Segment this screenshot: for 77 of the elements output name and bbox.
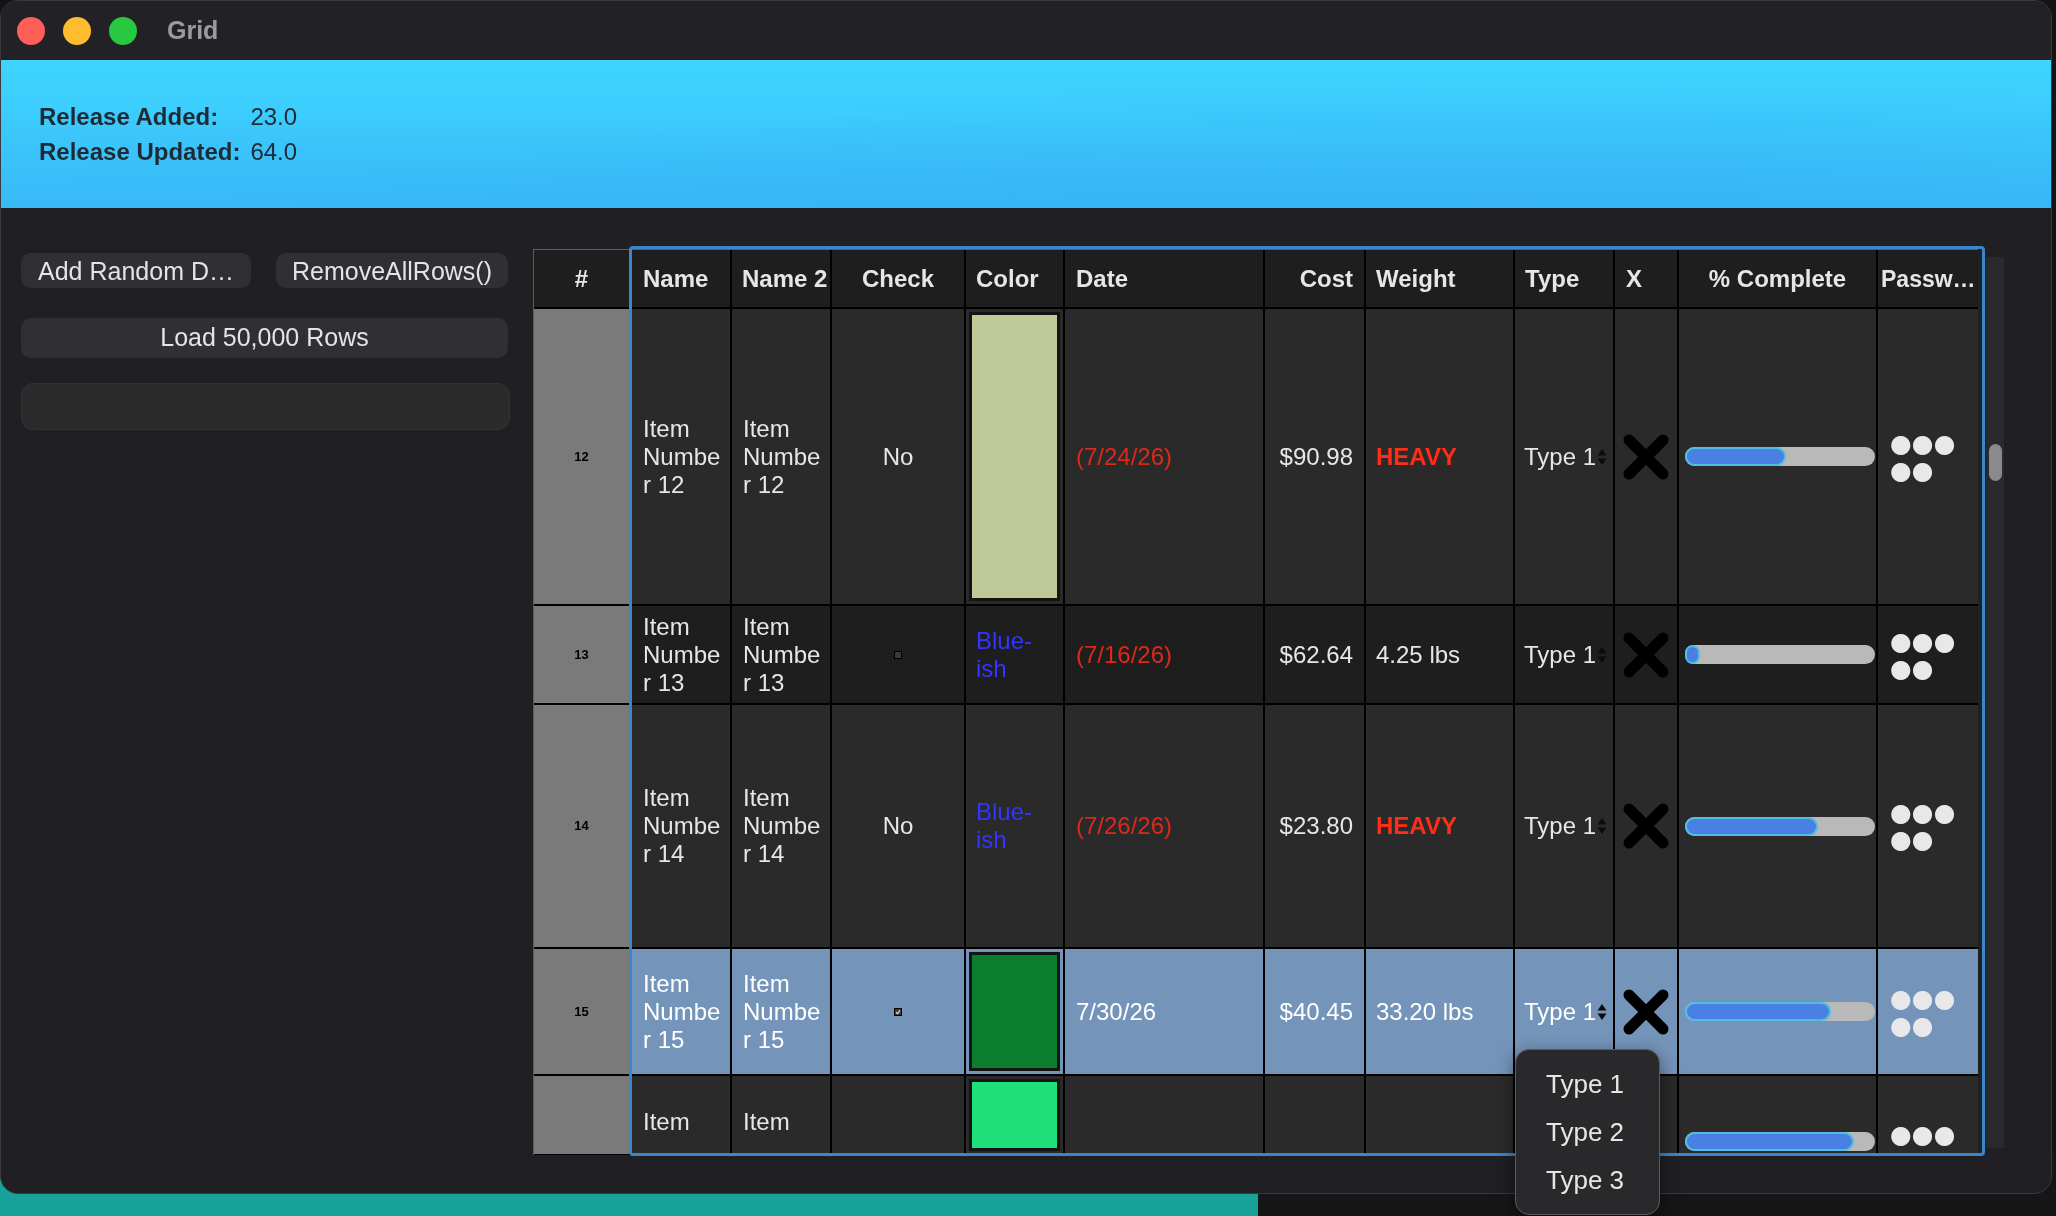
table-cell: (7/24/26) bbox=[1065, 309, 1265, 604]
close-button[interactable] bbox=[17, 16, 45, 45]
add-random-data-button[interactable]: Add Random D… bbox=[21, 253, 251, 288]
table-row[interactable]: 15 Item Number 15 Item Number 15 7/30/26 $40.45 33.20 lbs Type 1 ●●●●● bbox=[534, 949, 1978, 1076]
column-header[interactable]: Date bbox=[1065, 250, 1265, 307]
table-cell: $62.64 bbox=[1265, 606, 1366, 703]
table-row[interactable]: 14 Item Number 14 Item Number 14 No Blue-ish (7/26/26) $23.80 HEAVY Type 1 ●●●●● bbox=[534, 705, 1978, 949]
updown-chevron-icon bbox=[1597, 817, 1608, 835]
table-cell: Item Number 15 bbox=[631, 949, 732, 1074]
table-cell: Item Number 12 bbox=[631, 309, 732, 604]
column-header[interactable]: % Complete bbox=[1679, 250, 1878, 307]
row-header: 12 bbox=[534, 309, 631, 604]
row-header: 14 bbox=[534, 705, 631, 947]
table-cell: 33.20 lbs bbox=[1366, 949, 1515, 1074]
checkbox[interactable] bbox=[894, 1007, 902, 1016]
table-cell: No bbox=[832, 705, 966, 947]
table-cell: HEAVY bbox=[1366, 309, 1515, 604]
x-mark-icon bbox=[1623, 631, 1669, 678]
window-title: Grid bbox=[167, 14, 219, 46]
table-cell: No bbox=[832, 309, 966, 604]
table-row[interactable]: 13 Item Number 13 Item Number 13 Blue-ish (7/16/26) $62.64 4.25 lbs Type 1 ●●●●● bbox=[534, 606, 1978, 705]
table-cell: 4.25 lbs bbox=[1366, 606, 1515, 703]
table-cell: $23.80 bbox=[1265, 705, 1366, 947]
column-header[interactable]: Check bbox=[832, 250, 966, 307]
column-header[interactable]: Type bbox=[1515, 250, 1615, 307]
row-header: 13 bbox=[534, 606, 631, 703]
table-cell-text: ●●●●● bbox=[1889, 427, 1957, 487]
table-cell: $40.45 bbox=[1265, 949, 1366, 1074]
column-header[interactable]: # bbox=[534, 250, 631, 307]
table-cell: 7/30/26 bbox=[1065, 949, 1265, 1074]
table-cell: Item Number 15 bbox=[732, 949, 832, 1074]
x-mark-icon bbox=[1623, 988, 1669, 1035]
column-header[interactable]: X bbox=[1615, 250, 1679, 307]
menu-item[interactable]: Type 3 bbox=[1516, 1156, 1659, 1204]
x-mark-icon bbox=[1623, 433, 1669, 480]
checkbox[interactable] bbox=[894, 650, 902, 659]
table-cell: Item Number 13 bbox=[732, 606, 832, 703]
zoom-button[interactable] bbox=[109, 16, 137, 45]
column-header[interactable]: Name bbox=[631, 250, 732, 307]
table-cell: Item Number 14 bbox=[732, 705, 832, 947]
type-picker[interactable]: Type 1 bbox=[1515, 640, 1608, 669]
type-picker[interactable]: Type 1 bbox=[1515, 442, 1608, 471]
table-cell: (7/26/26) bbox=[1065, 705, 1265, 947]
release-value: 64.0 bbox=[250, 137, 298, 167]
updown-chevron-icon bbox=[1597, 1002, 1608, 1021]
column-header[interactable]: Weight bbox=[1366, 250, 1515, 307]
table-cell: Blue-ish bbox=[966, 705, 1065, 947]
table-cell-text: ●●●●● bbox=[1889, 797, 1957, 856]
table-cell: Item bbox=[732, 1076, 832, 1154]
table-cell-text: ●●●●● bbox=[1889, 982, 1957, 1042]
release-value: 23.0 bbox=[250, 102, 298, 132]
column-header[interactable]: Cost bbox=[1265, 250, 1366, 307]
scrollbar-thumb[interactable] bbox=[1988, 444, 2002, 481]
table-cell: Item Number 13 bbox=[631, 606, 732, 703]
table-cell: Item Number 14 bbox=[631, 705, 732, 947]
column-header[interactable]: Name 2 bbox=[732, 250, 832, 307]
column-header[interactable]: Passw… bbox=[1878, 250, 1979, 307]
table-cell-text: ●●● bbox=[1889, 1119, 1957, 1151]
table-cell: (7/16/26) bbox=[1065, 606, 1265, 703]
table-cell: Item bbox=[631, 1076, 732, 1154]
table-cell: Item Number 12 bbox=[732, 309, 832, 604]
table-cell: HEAVY bbox=[1366, 705, 1515, 947]
type-picker[interactable]: Type 1 bbox=[1515, 812, 1608, 840]
updown-chevron-icon bbox=[1597, 447, 1608, 466]
release-label: Release Added: bbox=[39, 102, 220, 132]
menu-item[interactable]: Type 2 bbox=[1516, 1108, 1659, 1156]
x-mark-icon bbox=[1623, 803, 1669, 849]
table-cell: Blue-ish bbox=[966, 606, 1065, 703]
row-header: 15 bbox=[534, 949, 631, 1074]
minimize-button[interactable] bbox=[63, 16, 91, 45]
table-cell-text: ●●●●● bbox=[1889, 625, 1957, 685]
column-header[interactable]: Color bbox=[966, 250, 1065, 307]
remove-all-rows-button[interactable]: RemoveAllRows() bbox=[276, 253, 508, 288]
table-row[interactable]: 12 Item Number 12 Item Number 12 No (7/24/26) $90.98 HEAVY Type 1 ●●●●● bbox=[534, 309, 1978, 606]
release-label: Release Updated: bbox=[39, 137, 241, 167]
load-rows-button[interactable]: Load 50,000 Rows bbox=[21, 318, 508, 358]
table-cell: $90.98 bbox=[1265, 309, 1366, 604]
